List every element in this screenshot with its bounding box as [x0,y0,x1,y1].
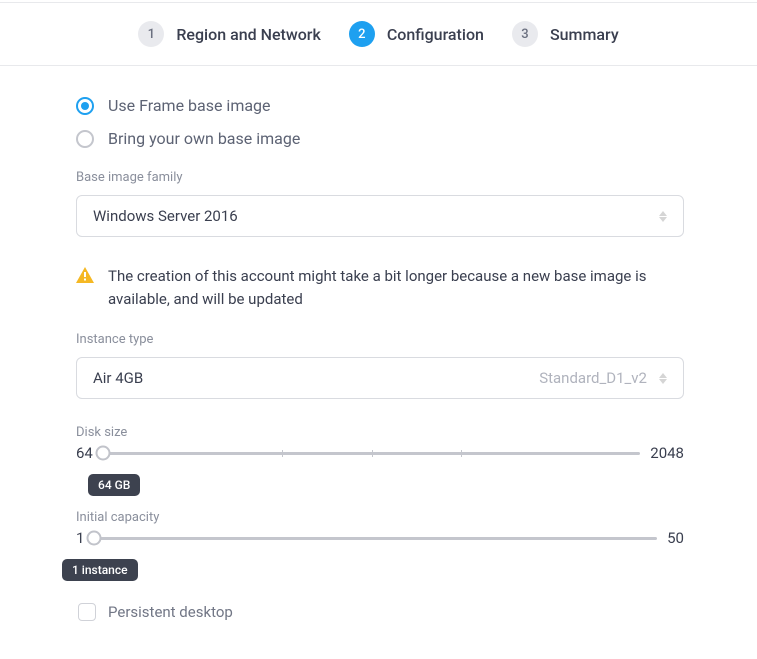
initial-capacity-max: 50 [667,529,684,547]
sort-icon [659,373,667,384]
instance-type-label: Instance type [76,332,684,347]
instance-type-value: Air 4GB [93,369,143,387]
radio-indicator [76,97,94,115]
config-form: Use Frame base image Bring your own base… [0,66,757,621]
step-configuration[interactable]: 2 Configuration [349,21,484,47]
disk-size-label: Disk size [76,425,684,440]
base-image-family-select[interactable]: Windows Server 2016 [76,195,684,237]
slider-track[interactable] [94,537,657,540]
instance-type-select[interactable]: Air 4GB Standard_D1_v2 [76,357,684,399]
slider-track[interactable] [103,452,640,455]
step-summary[interactable]: 3 Summary [512,21,619,47]
persistent-desktop-checkbox[interactable]: Persistent desktop [78,603,684,621]
step-label-2: Configuration [387,25,484,44]
step-number-2: 2 [349,21,375,47]
disk-size-slider[interactable]: 64 2048 [76,444,684,462]
step-label-3: Summary [550,25,619,44]
radio-bring-your-own-base-image[interactable]: Bring your own base image [76,129,684,148]
step-label-1: Region and Network [176,25,320,44]
radio-label: Bring your own base image [108,129,300,148]
step-number-3: 3 [512,21,538,47]
radio-label: Use Frame base image [108,96,271,115]
warning-icon [76,267,94,287]
disk-size-badge: 64 GB [88,474,140,496]
initial-capacity-min: 1 [76,529,84,547]
initial-capacity-badge: 1 instance [62,559,138,581]
step-region-network[interactable]: 1 Region and Network [138,21,320,47]
initial-capacity-slider[interactable]: 1 50 [76,529,684,547]
radio-indicator [76,130,94,148]
initial-capacity-label: Initial capacity [76,510,684,525]
slider-thumb[interactable] [95,446,110,461]
warning-text: The creation of this account might take … [108,265,684,310]
wizard-steps: 1 Region and Network 2 Configuration 3 S… [0,2,757,66]
disk-size-max: 2048 [650,444,684,462]
disk-size-min: 64 [76,444,93,462]
radio-use-frame-base-image[interactable]: Use Frame base image [76,96,684,115]
base-image-family-value: Windows Server 2016 [93,207,238,225]
slider-thumb[interactable] [87,531,102,546]
step-number-1: 1 [138,21,164,47]
persistent-desktop-label: Persistent desktop [108,603,233,621]
base-image-family-label: Base image family [76,170,684,185]
checkbox-indicator [78,603,96,621]
warning-message: The creation of this account might take … [76,265,684,310]
sort-icon [659,211,667,222]
instance-type-sku: Standard_D1_v2 [539,369,647,387]
